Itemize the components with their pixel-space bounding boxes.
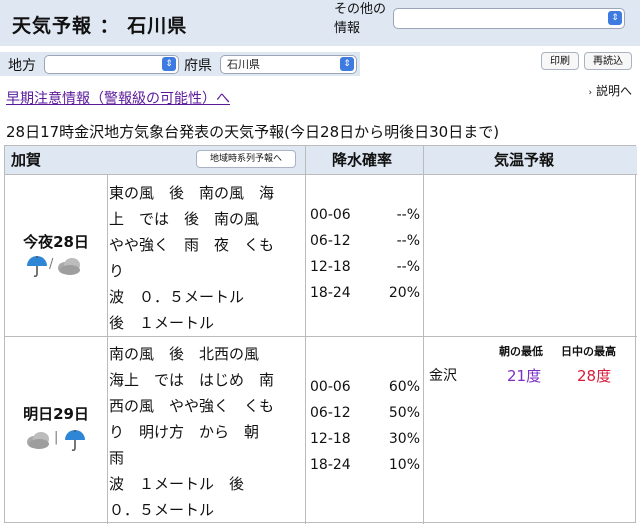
weather-line: ０．５メートル (109, 501, 215, 519)
weather-text-tomorrow: 南の風 後 北西の風 海上 では はじめ 南 西の風 やや強く くも り 明け方… (109, 341, 305, 523)
weather-line: 雨 (109, 449, 125, 467)
filter-bar: 地方 ⇕ 府県 石川県 ⇕ (0, 52, 360, 76)
cloud-icon (27, 432, 49, 449)
weather-text-tonight: 東の風 後 南の風 海 上 では 後 南の風 やや強く 雨 夜 くも り 波 ０… (109, 180, 305, 336)
precip-value: --% (396, 259, 420, 275)
umbrella-icon (27, 256, 47, 278)
reload-button[interactable]: 再読込 (584, 52, 632, 70)
divider (423, 146, 424, 524)
precip-time: 18-24 (310, 457, 351, 473)
temp-city: 金沢 (429, 368, 457, 384)
forecast-table: 加賀 地域時系列予報へ 降水確率 気温予報 今夜28日 / 東の風 後 南の風 … (4, 145, 637, 524)
page-title: 天気予報 ： 石川県 (12, 15, 188, 37)
precip-time: 00-06 (310, 207, 351, 223)
explanation-link[interactable]: › 説明へ (589, 82, 632, 99)
weather-line: 後 １メートル (109, 314, 215, 332)
precip-header: 降水確率 (332, 151, 393, 169)
print-button[interactable]: 印刷 (541, 52, 579, 70)
divider (5, 336, 637, 337)
select-arrow-icon: ⇕ (162, 57, 176, 71)
divider (107, 174, 108, 524)
precip-time: 00-06 (310, 379, 351, 395)
timeseries-button[interactable]: 地域時系列予報へ (196, 150, 296, 168)
weather-line: り 明け方 から 朝 (109, 423, 260, 441)
cloud-icon (58, 258, 80, 275)
weather-line: 東の風 後 南の風 海 (109, 184, 275, 202)
region-select[interactable]: ⇕ (44, 55, 179, 74)
precip-value: 30% (388, 431, 420, 447)
precip-value: --% (396, 207, 420, 223)
other-info-select[interactable]: ⇕ (393, 8, 625, 29)
precip-time: 12-18 (310, 259, 351, 275)
precip-value: 50% (388, 405, 420, 421)
weather-line: 波 １メートル 後 (109, 475, 245, 493)
temp-min-header: 朝の最低 (499, 345, 543, 358)
icon-separator: / (49, 257, 54, 272)
forecast-announcement: 28日17時金沢地方気象台発表の天気予報(今日28日から明後日30日まで) (6, 123, 500, 141)
precip-value: 10% (388, 457, 420, 473)
icon-separator: | (54, 430, 59, 445)
region-label: 地方 (8, 58, 36, 74)
divider (305, 146, 306, 524)
weather-line: 上 では 後 南の風 (109, 210, 260, 228)
umbrella-icon (65, 430, 85, 452)
day-label-tomorrow: 明日29日 (23, 405, 89, 423)
temp-min: 21度 (507, 367, 542, 385)
precip-time: 12-18 (310, 431, 351, 447)
temp-max: 28度 (577, 367, 612, 385)
weather-icon-group: | (25, 428, 89, 452)
weather-line: やや強く 雨 夜 くも (109, 236, 275, 254)
day-label-tonight: 今夜28日 (23, 233, 89, 251)
area-name: 加賀 (11, 151, 42, 169)
table-header: 加賀 地域時系列予報へ 降水確率 気温予報 (5, 146, 637, 175)
precip-value: --% (396, 233, 420, 249)
precip-time: 06-12 (310, 405, 351, 421)
early-warning-link[interactable]: 早期注意情報（警報級の可能性）へ (6, 88, 230, 108)
other-info-label: その他の情報 (334, 2, 387, 36)
weather-line: 波 ０．５メートル (109, 288, 245, 306)
chevron-right-icon: › (588, 88, 593, 98)
select-arrow-icon: ⇕ (340, 57, 354, 71)
prefecture-value: 石川県 (227, 58, 260, 71)
precip-time: 06-12 (310, 233, 351, 249)
temp-header: 気温予報 (494, 151, 555, 169)
precip-time: 18-24 (310, 285, 351, 301)
precip-value: 60% (388, 379, 420, 395)
prefecture-label: 府県 (184, 58, 212, 74)
explanation-link-label: 説明へ (595, 84, 632, 98)
weather-line: 西の風 やや強く くも (109, 397, 275, 415)
temp-max-header: 日中の最高 (561, 345, 616, 358)
weather-line: 南の風 後 北西の風 (109, 345, 260, 363)
select-arrow-icon: ⇕ (608, 11, 622, 25)
precip-value: 20% (388, 285, 420, 301)
prefecture-select[interactable]: 石川県 ⇕ (220, 55, 357, 74)
weather-icon-group: / (25, 254, 85, 278)
header-bar: 天気予報 ： 石川県 その他の情報 ⇕ (0, 0, 640, 46)
weather-line: 海上 では はじめ 南 (109, 371, 275, 389)
weather-line: り (109, 262, 125, 280)
